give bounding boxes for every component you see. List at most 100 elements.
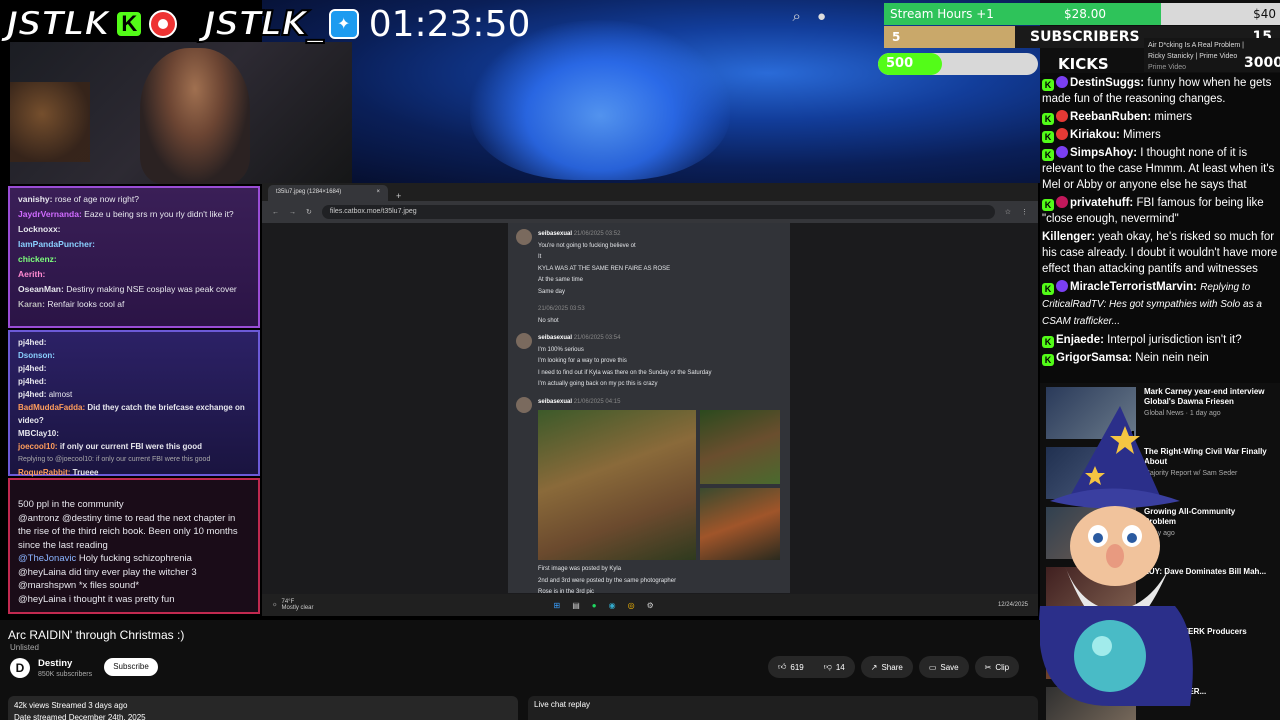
subscribe-button[interactable]: Subscribe [104, 658, 158, 676]
video-player[interactable]: JSTLK K JSTLK_ ✦ 01:23:50 ⌕ ● vanishy: r… [0, 0, 1040, 620]
like-button[interactable]: 👍︎ 619 [768, 656, 814, 678]
message: 21/06/2025 03:53 No shot [538, 306, 585, 324]
dislike-button[interactable]: 👎︎ 14 [813, 656, 855, 678]
chat-line: K MiracleTerroristMarvin: Replying to Cri… [1042, 280, 1262, 327]
chat-line: K ReebanRuben: mimers [1042, 109, 1278, 125]
webcam-lamp [10, 82, 90, 162]
chat-line: pj4hed: [18, 377, 47, 386]
forward-icon[interactable]: → [289, 209, 296, 216]
chat-panel-3: 500 ppl in the community @antronz @desti… [8, 478, 260, 614]
weather-desc: Mostly clear [281, 605, 314, 611]
message: seibasexual 21/06/2025 03:54 I'm 100% se… [516, 333, 782, 391]
browser-tab[interactable]: t35lu7.jpeg (1284×1684) × [268, 185, 388, 201]
subscriber-count: 850K subscribers [38, 671, 93, 678]
kicks-goal: 3000 [1244, 55, 1280, 71]
kick-icon: K [115, 10, 144, 38]
chat-line: K GrigorSamsa: Nein nein nein [1042, 350, 1278, 366]
chat-line: K DestinSuggs: funny how when he gets mad… [1042, 76, 1272, 105]
microphone-icon[interactable]: ● [817, 8, 826, 25]
webcam-feed [10, 42, 352, 184]
top-search-bar: ⌕ ● [520, 4, 840, 28]
video-details: Arc RAIDIN' through Christmas :) Unliste… [0, 620, 1040, 720]
photo-1[interactable] [538, 410, 696, 560]
reload-icon[interactable]: ↻ [306, 208, 312, 216]
stream-overlay-logo: JSTLK K JSTLK_ ✦ 01:23:50 [5, 3, 531, 45]
message: seibasexual 21/06/2025 03:52 You're not … [516, 229, 782, 298]
edge-icon[interactable]: ◉ [609, 601, 616, 610]
stream-timer: 01:23:50 [368, 3, 531, 45]
avatar [516, 333, 532, 349]
youtube-watch-page: JSTLK K JSTLK_ ✦ 01:23:50 ⌕ ● vanishy: r… [0, 0, 1280, 720]
chat-line: pj4hed: almost [18, 390, 73, 399]
windows-taskbar: ☼ 74°F Mostly clear ⊞ ▤ ● ◉ ◎ ⚙ 12/24/202… [262, 594, 1038, 616]
chat-line: MBClay10: [18, 429, 59, 438]
avatar [516, 229, 532, 245]
chat-line: @antronz @destiny time to read the next … [18, 512, 238, 551]
wizard-mascot-image [1038, 406, 1193, 706]
message: seibasexual 21/06/2025 04:15 First image… [516, 396, 782, 599]
weather-icon: ☼ [272, 602, 278, 608]
file-explorer-icon[interactable]: ▤ [572, 601, 580, 610]
visibility-badge: Unlisted [10, 643, 39, 652]
chat-line: @heyLaina i thought it was pretty fun [18, 593, 175, 605]
webcam-person [140, 48, 250, 184]
browser-toolbar: ← → ↻ files.catbox.moe/t35lu7.jpeg ☆ ⋮ [262, 201, 1038, 223]
search-icon[interactable]: ⌕ [793, 8, 801, 25]
browser-tabstrip: t35lu7.jpeg (1284×1684) × + [262, 183, 1038, 201]
overlay-stream-chat: vanishy: rose of age now right? JaydrVer… [8, 186, 260, 614]
chat-line: K Kiriakou: Mimers [1042, 127, 1278, 143]
chat-line: OseanMan: Destiny making NSE cosplay was… [18, 284, 237, 294]
chat-line: JaydrVernanda: Eaze u being srs rn you r… [18, 209, 234, 219]
chat-line: BadMuddaFadda: Did they catch the briefc… [18, 403, 245, 425]
save-button[interactable]: ▭ Save [918, 656, 969, 678]
channel-avatar[interactable]: D [10, 658, 30, 678]
clip-button[interactable]: ✂ Clip [974, 656, 1020, 678]
share-button[interactable]: ↗ Share [860, 656, 913, 678]
chat-line: @TheJonavic Holy fucking schizophrenia [18, 553, 192, 564]
kicks-goal-bar: 500 [878, 53, 1038, 75]
chat-line: chickenz: [18, 254, 57, 264]
new-tab-icon[interactable]: + [396, 191, 401, 201]
browser-window: t35lu7.jpeg (1284×1684) × + ← → ↻ files.c… [262, 183, 1038, 616]
logo-text-2: JSTLK_ [202, 3, 324, 45]
chat-line: Killenger: yeah okay, he's risked so muc… [1042, 231, 1278, 275]
share-icon: ↗ [870, 662, 878, 672]
twitter-icon: ✦ [328, 9, 359, 39]
close-icon[interactable]: × [376, 189, 380, 197]
settings-icon[interactable]: ⚙ [647, 601, 654, 610]
chrome-icon[interactable]: ◎ [628, 601, 635, 610]
windows-start-icon[interactable]: ⊞ [554, 601, 561, 610]
live-chat-replay[interactable]: Live chat replay [528, 696, 1038, 720]
kicks-label: KICKS [1058, 55, 1109, 73]
channel-name[interactable]: Destiny [38, 658, 72, 669]
video-title: Arc RAIDIN' through Christmas :) [8, 628, 185, 642]
kick-chat-overlay: K DestinSuggs: funny how when he gets mad… [1040, 73, 1280, 383]
chat-line: vanishy: rose of age now right? [18, 194, 139, 204]
chat-panel-2: pj4hed: Dsonson: pj4hed: pj4hed: pj4hed:… [8, 330, 260, 477]
chat-panel-1: vanishy: rose of age now right? JaydrVer… [8, 186, 260, 328]
photo-2[interactable] [700, 410, 780, 484]
thumbs-down-icon: 👎︎ [823, 662, 832, 671]
chat-line: IamPandaPuncher: [18, 239, 95, 249]
bookmark-star-icon[interactable]: ☆ [1005, 208, 1011, 216]
chat-line: Replying to @joecool10: if only our curr… [18, 456, 211, 463]
avatar [516, 396, 532, 413]
description-box[interactable]: 42k views Streamed 3 days ago Date strea… [8, 696, 518, 720]
address-bar[interactable]: files.catbox.moe/t35lu7.jpeg [321, 205, 995, 219]
image-viewer: seibasexual 21/06/2025 03:52 You're not … [262, 223, 1038, 595]
chat-line: Kprivatehuff: FBI famous for being like … [1042, 196, 1264, 225]
chat-line: Locknoxx: [18, 224, 61, 234]
chat-line: pj4hed: [18, 364, 47, 373]
back-icon[interactable]: ← [272, 209, 279, 216]
chat-line: joecool10: if only our current FBI were … [18, 442, 203, 451]
taskbar-apps: ⊞ ▤ ● ◉ ◎ ⚙ [554, 601, 654, 610]
photo-grid [538, 410, 782, 560]
chat-line: Karan: Renfair looks cool af [18, 299, 125, 309]
thumbs-up-icon: 👍︎ [778, 662, 787, 671]
stream-hours-goal: Stream Hours +1 $28.00 $40 [884, 3, 1280, 25]
chat-line: @marshspwn *x files sound* [18, 580, 140, 591]
video-actions: 👍︎ 619 👎︎ 14 ↗ Share ▭ Save ✂ Clip [768, 656, 1020, 678]
photo-3[interactable] [700, 488, 780, 560]
spotify-icon[interactable]: ● [592, 601, 597, 610]
menu-icon[interactable]: ⋮ [1021, 208, 1028, 216]
